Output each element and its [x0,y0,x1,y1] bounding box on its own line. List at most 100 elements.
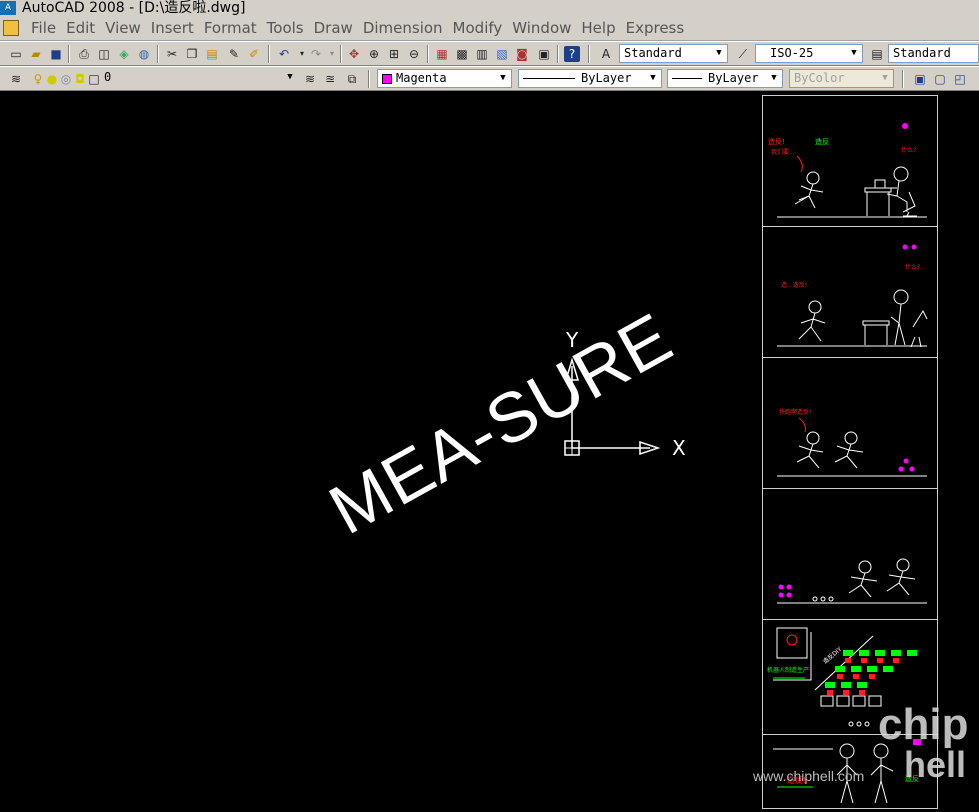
svg-text:机器人制造生产: 机器人制造生产 [767,666,809,674]
menu-dimension[interactable]: Dimension [358,17,448,40]
redo-dropdown-icon[interactable]: ▾ [324,46,340,62]
toolbar-separator [557,45,559,63]
chevron-down-icon: ▼ [500,73,506,83]
publish-icon[interactable]: ◈ [116,46,132,62]
layers-properties-toolbar: ≋ ♀ ● ◎ ◘ □ 0 ▼ ≋ ≊ ⧉ Magenta ▼ ByLayer … [0,66,979,91]
viewport-scale-icon[interactable]: ◰ [952,71,968,87]
svg-text:什么?: 什么? [901,146,916,154]
chevron-down-icon: ▼ [716,48,722,58]
block-editor-icon[interactable]: ✐ [246,46,262,62]
svg-text:我们要...: 我们要... [771,148,795,156]
table-style-value: Standard [893,46,951,60]
layer-states-icon[interactable]: ⧉ [344,71,360,87]
design-center-icon[interactable]: ▩ [454,46,470,62]
cut-icon[interactable]: ✂ [164,46,180,62]
copy-icon[interactable]: ❐ [184,46,200,62]
chiphell-logo: hell [904,744,967,785]
lineweight-control-select[interactable]: ByLayer ▼ [667,69,783,88]
save-icon[interactable]: ■ [48,46,64,62]
linetype-value: ByLayer [581,71,632,85]
menu-edit[interactable]: Edit [61,17,100,40]
comic-panel[interactable] [763,489,937,620]
text-style-select[interactable]: Standard ▼ [619,44,728,63]
document-icon[interactable] [3,20,19,36]
linetype-control-select[interactable]: ByLayer ▼ [518,69,662,88]
svg-text:什么?: 什么? [905,263,920,271]
dim-style-icon[interactable]: ⟋ [735,46,751,62]
web-publish-icon[interactable]: ◍ [136,46,152,62]
chevron-down-icon: ▼ [650,73,656,83]
paste-icon[interactable]: ▤ [204,46,220,62]
menu-view[interactable]: View [100,17,146,40]
ucs-x-label: X [672,436,686,460]
toolbar-separator [268,45,270,63]
menu-express[interactable]: Express [621,17,690,40]
site-watermark: www.chiphell.com [753,768,865,784]
print-icon[interactable]: ⎙ [76,46,92,62]
toolbar-separator [68,45,70,63]
color-value: Magenta [396,71,447,85]
properties-icon[interactable]: ▦ [434,46,450,62]
autocad-app-icon[interactable]: A [0,1,16,15]
table-style-icon[interactable]: ▤ [869,46,885,62]
layer-select[interactable]: 0 ▼ [100,69,298,88]
dim-style-value: ISO-25 [770,46,814,60]
menu-items: File Edit View Insert Format Tools Draw … [26,17,689,40]
tool-palettes-icon[interactable]: ▥ [474,46,490,62]
pan-realtime-icon[interactable]: ✥ [346,46,362,62]
zoom-window-icon[interactable]: ⊞ [386,46,402,62]
open-folder-icon[interactable]: ▰ [28,46,44,62]
toolbar-separator [157,45,159,63]
menu-bar: File Edit View Insert Format Tools Draw … [0,17,979,41]
svg-text:造反: 造反 [815,137,829,146]
make-object-layer-current-icon[interactable]: ≋ [302,71,318,87]
layer-manager-icon[interactable]: ≋ [8,71,24,87]
chevron-down-icon: ▼ [287,72,293,82]
comic-panel[interactable]: 造反! 我们要... 造反 什么? [763,96,937,227]
stick-figure-comic-panel-icon: 快跑啊造反! [777,408,927,477]
help-icon[interactable]: ? [564,46,580,62]
menu-tools[interactable]: Tools [262,17,309,40]
window-title: AutoCAD 2008 - [D:\造反啦.dwg] [22,0,246,16]
zoom-previous-icon[interactable]: ⊖ [406,46,422,62]
new-file-icon[interactable]: ▭ [8,46,24,62]
panel-caption: 造反! [768,137,785,146]
menu-window[interactable]: Window [507,17,576,40]
lineweight-preview [672,78,702,79]
markup-set-icon[interactable]: ◙ [514,46,530,62]
menu-format[interactable]: Format [199,17,262,40]
plot-preview-icon[interactable]: ◫ [96,46,112,62]
viewport-clip-icon[interactable]: ▢ [932,71,948,87]
magenta-swatch-icon [382,73,392,84]
sheet-set-icon[interactable]: ▧ [494,46,510,62]
text-style-icon[interactable]: A [598,46,614,62]
toolbar-separator [427,45,429,63]
undo-icon[interactable]: ↶ [276,46,292,62]
redo-icon[interactable]: ↷ [308,46,324,62]
viewport-single-icon[interactable]: ▣ [912,71,928,87]
menu-insert[interactable]: Insert [146,17,199,40]
table-style-select[interactable]: Standard [888,44,979,63]
lineweight-value: ByLayer [708,71,759,85]
layer-value: 0 [104,70,112,84]
dim-style-select[interactable]: ISO-25 ▼ [755,44,863,63]
layer-previous-icon[interactable]: ≊ [322,71,338,87]
chevron-down-icon: ▼ [851,48,857,58]
color-control-select[interactable]: Magenta ▼ [377,69,512,88]
chiphell-logo: chip [878,700,969,749]
menu-draw[interactable]: Draw [309,17,358,40]
calculator-icon[interactable]: ▣ [536,46,552,62]
menu-modify[interactable]: Modify [448,17,508,40]
match-properties-icon[interactable]: ✎ [226,46,242,62]
menu-help[interactable]: Help [576,17,620,40]
toolbar-separator [902,70,904,88]
stick-figure-comic-panel-icon [777,558,927,604]
toolbar-separator [340,45,342,63]
comic-panel[interactable]: 造...造反! 什么? [763,227,937,358]
menu-file[interactable]: File [26,17,61,40]
comic-panel[interactable]: 快跑啊造反! [763,358,937,489]
svg-text:造...造反!: 造...造反! [781,281,807,289]
title-bar: A AutoCAD 2008 - [D:\造反啦.dwg] [0,0,979,17]
standard-toolbar: ▭ ▰ ■ ⎙ ◫ ◈ ◍ ✂ ❐ ▤ ✎ ✐ ↶ ▾ ↷ ▾ ✥ ⊕ ⊞ ⊖ … [0,41,979,66]
zoom-realtime-icon[interactable]: ⊕ [366,46,382,62]
